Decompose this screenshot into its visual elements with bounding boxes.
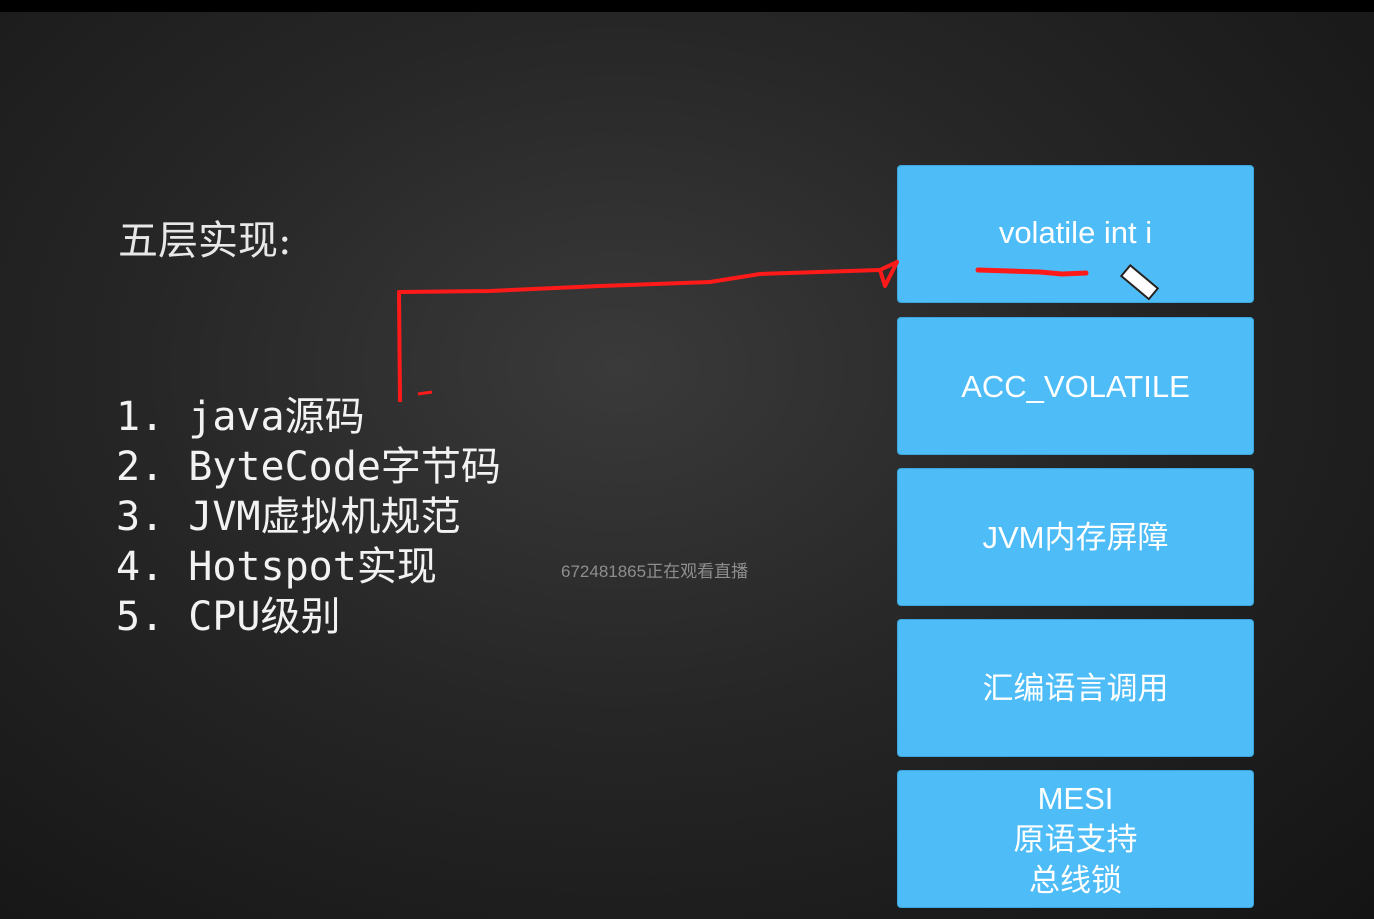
- top-bar: [0, 0, 1374, 12]
- box-jvm-memory-barrier: JVM内存屏障: [898, 469, 1253, 605]
- list-item: 5. CPU级别: [116, 594, 341, 640]
- list-item: 3. JVM虚拟机规范: [116, 494, 461, 540]
- arrow-annotation: [397, 260, 899, 403]
- slide-title: 五层实现:: [118, 218, 292, 264]
- box-mesi: MESI 原语支持 总线锁: [898, 771, 1253, 907]
- box-assembly-call: 汇编语言调用: [898, 620, 1253, 756]
- box-label: MESI: [1037, 780, 1114, 816]
- box-label: 汇编语言调用: [982, 670, 1169, 706]
- box-label: JVM内存屏障: [982, 519, 1169, 555]
- list-item: 1. java源码: [116, 394, 365, 440]
- box-label: volatile int i: [998, 214, 1153, 250]
- box-label: ACC_VOLATILE: [961, 368, 1190, 404]
- box-label: 原语支持: [1013, 821, 1138, 857]
- box-acc-volatile: ACC_VOLATILE: [898, 318, 1253, 454]
- list-item: 2. ByteCode字节码: [116, 444, 501, 490]
- layer-list: 1. java源码 2. ByteCode字节码 3. JVM虚拟机规范 4. …: [116, 392, 501, 642]
- box-label: 总线锁: [1029, 862, 1122, 898]
- list-item: 4. Hotspot实现: [116, 544, 437, 590]
- viewer-watermark: 672481865正在观看直播: [561, 562, 749, 581]
- box-volatile-int: volatile int i: [898, 166, 1253, 302]
